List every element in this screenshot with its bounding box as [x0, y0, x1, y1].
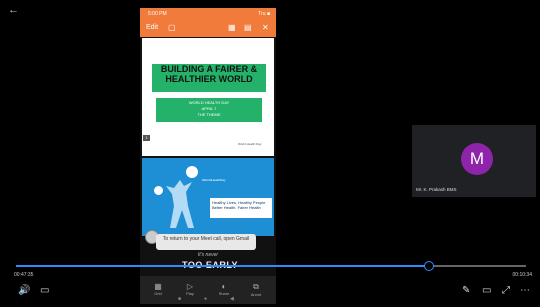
close-icon[interactable]: ✕ [262, 23, 269, 32]
slide-subtitle-box: WORLD HEALTH DAY APRIL 7 THE THEME [156, 98, 262, 122]
slides-icon[interactable]: ▢ [168, 23, 176, 32]
grid-icon: ▦ [154, 282, 162, 291]
grid-icon[interactable]: ▦ [228, 23, 236, 32]
shared-phone-screen: 5:00 PM Tru ■ Edit ▢ ▦ ▤ ✕ BUILDING A FA… [140, 8, 276, 304]
play-icon: ▷ [186, 282, 194, 291]
back-icon[interactable]: ◀ [230, 296, 234, 302]
participant-tile[interactable]: M Mr. K. Prakash BMS [412, 125, 536, 197]
slide-tagline: It's never [197, 252, 219, 258]
slide-hashtag: #WorldHealthDay [202, 178, 226, 182]
theater-mode-icon[interactable]: ▭ [482, 285, 491, 296]
slide-number: 1 [143, 135, 150, 141]
elapsed-time: 00:47:35 [14, 272, 34, 278]
subtitle-line: THE THEME [197, 112, 221, 117]
recents-icon[interactable]: ■ [178, 296, 181, 302]
return-to-meet-toast[interactable]: To return to your Meet call, open Gmail [156, 234, 256, 250]
participant-name: Mr. K. Prakash BMS [416, 187, 457, 192]
share-icon: ◐ [221, 282, 227, 291]
more-options-icon[interactable]: ⋯ [520, 285, 530, 296]
slide-1[interactable]: BUILDING A FAIRER & HEALTHIER WORLD WORL… [142, 38, 274, 156]
play-button[interactable]: ▷ Play [178, 282, 202, 296]
slide-2[interactable]: #WorldHealthDay Healthy Lives, Healthy P… [142, 158, 274, 236]
seek-thumb[interactable] [424, 261, 434, 271]
seek-bar-progress [16, 265, 429, 267]
notes-icon[interactable]: ▤ [244, 23, 252, 32]
speech-bubble-icon [186, 166, 198, 178]
phone-status-bar: 5:00 PM Tru ■ [140, 8, 276, 19]
slide-footer: World Health Day [238, 142, 262, 146]
human-figure-icon [166, 180, 194, 228]
grid-view-button[interactable]: ▦ Grid [146, 282, 170, 296]
captions-icon[interactable]: ▭ [40, 285, 49, 296]
home-icon[interactable]: ● [204, 296, 207, 302]
fullscreen-icon[interactable]: ⤢ [502, 285, 510, 296]
pen-icon[interactable]: ✎ [462, 285, 470, 296]
volume-icon[interactable]: 🔊 [18, 285, 30, 296]
slide-title: BUILDING A FAIRER & HEALTHIER WORLD [152, 64, 266, 92]
back-arrow-icon[interactable]: ← [8, 4, 19, 16]
android-nav-bar: ■ ● ◀ [140, 296, 276, 304]
remaining-time: 00:10:34 [512, 272, 532, 278]
speech-bubble-icon [154, 186, 163, 195]
avatar: M [461, 143, 493, 175]
viewer-toolbar: Edit ▢ ▦ ▤ ✕ [140, 19, 276, 37]
share-button[interactable]: ◐ Share [212, 282, 236, 296]
status-time: 5:00 PM [148, 11, 167, 17]
status-icons: Tru ■ [258, 11, 270, 17]
annotate-button[interactable]: ⧉ Annot [244, 282, 268, 297]
slide-callout: Healthy Lives, Healthy People Better Hea… [210, 198, 272, 218]
edit-button[interactable]: Edit [146, 24, 158, 31]
annotate-icon: ⧉ [253, 282, 259, 291]
